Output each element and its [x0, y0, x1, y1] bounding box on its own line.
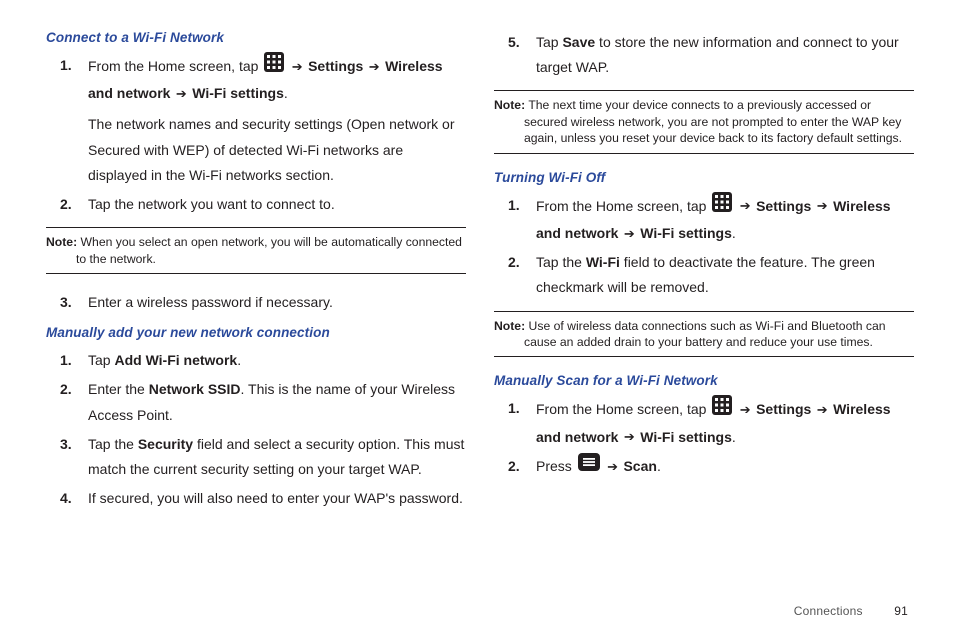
manual-scan-steps: From the Home screen, tap ➔ Settings ➔ W…	[494, 396, 914, 480]
step-4: If secured, you will also need to enter …	[82, 486, 466, 511]
note-open-network: Note: When you select an open network, y…	[46, 227, 466, 274]
text: Press	[536, 458, 576, 474]
note-text: When you select an open network, you wil…	[76, 235, 462, 265]
text: Settings	[752, 401, 815, 417]
step-2: Tap the network you want to connect to.	[82, 192, 466, 217]
note-text: The next time your device connects to a …	[524, 98, 902, 145]
arrow-icon: ➔	[367, 60, 381, 73]
wifi-off-steps: From the Home screen, tap ➔ Settings ➔ W…	[494, 193, 914, 301]
text: From the Home screen, tap	[536, 401, 710, 417]
text: From the Home screen, tap	[88, 58, 262, 74]
text: Tap the	[536, 254, 586, 270]
note-text: Use of wireless data connections such as…	[524, 319, 886, 349]
arrow-icon: ➔	[606, 460, 620, 473]
arrow-icon: ➔	[174, 87, 188, 100]
apps-grid-icon	[712, 395, 732, 423]
step-2: Tap the Wi-Fi field to deactivate the fe…	[530, 250, 914, 300]
note-label: Note:	[494, 98, 525, 112]
connect-steps-cont: Enter a wireless password if necessary.	[46, 290, 466, 315]
text: Security	[138, 436, 193, 452]
note-battery: Note: Use of wireless data connections s…	[494, 311, 914, 358]
text: Wi-Fi settings	[636, 225, 732, 241]
heading-manual-scan: Manually Scan for a Wi-Fi Network	[494, 373, 914, 388]
step-5: Tap Save to store the new information an…	[530, 30, 914, 80]
text: From the Home screen, tap	[536, 198, 710, 214]
text: Settings	[752, 198, 815, 214]
arrow-icon: ➔	[290, 60, 304, 73]
step-1: From the Home screen, tap ➔ Settings ➔ W…	[530, 193, 914, 246]
arrow-icon: ➔	[815, 199, 829, 212]
text: Network SSID	[149, 381, 241, 397]
text: Scan	[620, 458, 657, 474]
page-number: 91	[894, 604, 908, 618]
note-label: Note:	[46, 235, 77, 249]
manual-add-steps-cont: Tap Save to store the new information an…	[494, 30, 914, 80]
page-footer: Connections 91	[794, 604, 908, 618]
manual-add-steps: Tap Add Wi-Fi network. Enter the Network…	[46, 348, 466, 511]
text: Enter the	[88, 381, 149, 397]
step-1: Tap Add Wi-Fi network.	[82, 348, 466, 373]
heading-wifi-off: Turning Wi-Fi Off	[494, 170, 914, 185]
step-1: From the Home screen, tap ➔ Settings ➔ W…	[530, 396, 914, 449]
text: Settings	[304, 58, 367, 74]
text: Tap	[536, 34, 562, 50]
text: .	[657, 458, 661, 474]
apps-grid-icon	[712, 192, 732, 220]
arrow-icon: ➔	[622, 227, 636, 240]
arrow-icon: ➔	[815, 403, 829, 416]
right-column: Tap Save to store the new information an…	[494, 30, 914, 636]
text: .	[732, 429, 736, 445]
note-label: Note:	[494, 319, 525, 333]
text: Tap	[88, 352, 114, 368]
text: .	[237, 352, 241, 368]
step-3: Enter a wireless password if necessary.	[82, 290, 466, 315]
text: .	[284, 85, 288, 101]
step-2: Enter the Network SSID. This is the name…	[82, 377, 466, 427]
step-3: Tap the Security field and select a secu…	[82, 432, 466, 482]
text: Save	[562, 34, 595, 50]
heading-connect: Connect to a Wi-Fi Network	[46, 30, 466, 45]
step-2: Press ➔ Scan.	[530, 454, 914, 480]
note-reconnect: Note: The next time your device connects…	[494, 90, 914, 153]
text: Add Wi-Fi network	[114, 352, 237, 368]
connect-steps: From the Home screen, tap ➔ Settings ➔ W…	[46, 53, 466, 217]
arrow-icon: ➔	[622, 430, 636, 443]
apps-grid-icon	[264, 52, 284, 80]
text: Tap the	[88, 436, 138, 452]
text: Wi-Fi settings	[636, 429, 732, 445]
step-1: From the Home screen, tap ➔ Settings ➔ W…	[82, 53, 466, 188]
text: Wi-Fi settings	[188, 85, 284, 101]
heading-manual-add: Manually add your new network connection	[46, 325, 466, 340]
footer-section: Connections	[794, 604, 863, 618]
text: Wi-Fi	[586, 254, 620, 270]
left-column: Connect to a Wi-Fi Network From the Home…	[46, 30, 466, 636]
arrow-icon: ➔	[738, 199, 752, 212]
menu-key-icon	[578, 453, 600, 479]
text: .	[732, 225, 736, 241]
arrow-icon: ➔	[738, 403, 752, 416]
step-1-detail: The network names and security settings …	[88, 112, 466, 188]
